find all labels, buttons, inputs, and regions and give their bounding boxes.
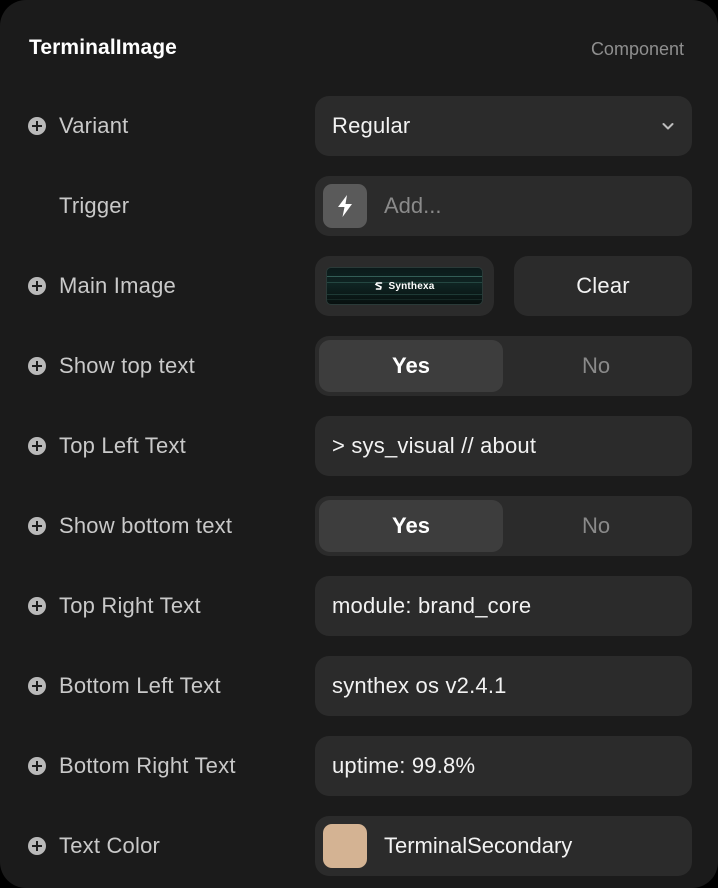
bottom-right-text-input[interactable]: uptime: 99.8% [315, 736, 692, 796]
row-bottom-right-text: Bottom Right Text uptime: 99.8% [0, 736, 718, 796]
synthexa-logo-icon [375, 282, 383, 290]
add-icon[interactable] [28, 597, 46, 615]
show-top-text-label: Show top text [59, 353, 195, 378]
trigger-label: Trigger [59, 193, 130, 218]
text-color-picker[interactable]: TerminalSecondary [315, 816, 692, 876]
show-bottom-text-yes[interactable]: Yes [319, 500, 503, 552]
row-main-image: Main Image Synthexa Clear [0, 256, 718, 316]
bottom-left-text-value: synthex os v2.4.1 [332, 673, 507, 698]
bottom-right-text-label: Bottom Right Text [59, 753, 236, 778]
row-top-left-text: Top Left Text > sys_visual // about [0, 416, 718, 476]
show-bottom-text-no[interactable]: No [504, 500, 688, 552]
top-right-text-label: Top Right Text [59, 593, 201, 618]
panel-title: TerminalImage [29, 36, 177, 59]
add-icon[interactable] [28, 277, 46, 295]
row-trigger: Trigger Add... [0, 176, 718, 236]
color-swatch[interactable] [323, 824, 367, 868]
row-text-color: Text Color TerminalSecondary [0, 816, 718, 876]
row-show-bottom-text: Show bottom text Yes No [0, 496, 718, 556]
chevron-down-icon [662, 123, 674, 130]
clear-button[interactable]: Clear [514, 256, 692, 316]
main-image-label: Main Image [59, 273, 176, 298]
lightning-icon[interactable] [323, 184, 367, 228]
add-icon[interactable] [28, 517, 46, 535]
panel-subtitle: Component [590, 39, 684, 59]
text-color-value: TerminalSecondary [384, 833, 573, 858]
properties-panel: TerminalImage Component Variant Regular … [0, 0, 718, 888]
row-top-right-text: Top Right Text module: brand_core [0, 576, 718, 636]
add-icon[interactable] [28, 677, 46, 695]
variant-value: Regular [332, 113, 411, 138]
add-icon[interactable] [28, 357, 46, 375]
top-left-text-input[interactable]: > sys_visual // about [315, 416, 692, 476]
show-bottom-text-label: Show bottom text [59, 513, 233, 538]
show-top-text-yes[interactable]: Yes [319, 340, 503, 392]
add-icon[interactable] [28, 117, 46, 135]
top-right-text-value: module: brand_core [332, 593, 532, 618]
top-left-text-label: Top Left Text [59, 433, 186, 458]
text-color-label: Text Color [59, 833, 161, 858]
show-bottom-text-toggle: Yes No [315, 496, 692, 556]
top-left-text-value: > sys_visual // about [332, 433, 537, 458]
thumbnail-text: Synthexa [388, 280, 435, 292]
variant-dropdown[interactable]: Regular [315, 96, 692, 156]
panel-header: TerminalImage Component [29, 36, 684, 64]
row-variant: Variant Regular [0, 96, 718, 156]
add-icon[interactable] [28, 757, 46, 775]
bottom-right-text-value: uptime: 99.8% [332, 753, 476, 778]
add-icon[interactable] [28, 437, 46, 455]
row-bottom-left-text: Bottom Left Text synthex os v2.4.1 [0, 656, 718, 716]
bottom-left-text-label: Bottom Left Text [59, 673, 221, 698]
bottom-left-text-input[interactable]: synthex os v2.4.1 [315, 656, 692, 716]
variant-label: Variant [59, 113, 129, 138]
show-top-text-no[interactable]: No [504, 340, 688, 392]
trigger-field[interactable]: Add... [315, 176, 692, 236]
image-thumbnail: Synthexa [326, 267, 483, 305]
add-icon[interactable] [28, 837, 46, 855]
top-right-text-input[interactable]: module: brand_core [315, 576, 692, 636]
trigger-placeholder: Add... [384, 193, 442, 218]
main-image-picker[interactable]: Synthexa [315, 256, 494, 316]
row-show-top-text: Show top text Yes No [0, 336, 718, 396]
show-top-text-toggle: Yes No [315, 336, 692, 396]
